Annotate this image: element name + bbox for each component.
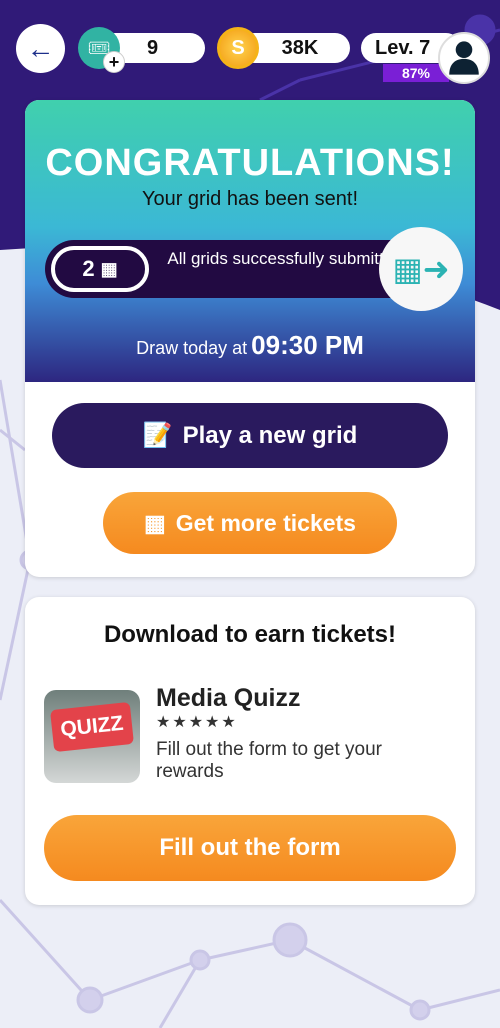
play-button-label: Play a new grid: [182, 421, 358, 449]
draw-time: Draw today at 09:30 PM: [25, 330, 475, 361]
grid-plus-icon: ▦: [144, 509, 166, 536]
arrow-left-icon: ←: [26, 32, 55, 64]
offer-card: Download to earn tickets! QUIZZ Media Qu…: [25, 597, 475, 905]
result-subtitle: Your grid has been sent!: [141, 188, 359, 210]
get-more-tickets-button[interactable]: ▦ Get more tickets: [103, 492, 397, 554]
user-icon: [449, 41, 479, 75]
play-new-grid-button[interactable]: 📝 Play a new grid: [52, 403, 448, 468]
tickets-button-label: Get more tickets: [175, 509, 356, 536]
app-icon[interactable]: QUIZZ: [44, 690, 140, 783]
offer-title: Download to earn tickets!: [103, 621, 397, 648]
tickets-count: 9: [146, 36, 159, 59]
top-bar: ← 9 🎟 + 38K S Lev. 7 87%: [0, 0, 500, 100]
coin-icon: S: [217, 27, 259, 69]
result-hero: CONGRATULATIONS! Your grid has been sent…: [25, 100, 475, 382]
submission-status-text: All grids successfully submitted: [167, 249, 403, 268]
back-button[interactable]: ←: [16, 24, 65, 73]
grid-form-icon: 📝: [142, 422, 173, 449]
grid-sent-icon: ▦➜: [379, 227, 463, 311]
draw-time-value: 09:30 PM: [251, 330, 364, 360]
grid-count: 2: [82, 256, 95, 281]
result-card: CONGRATULATIONS! Your grid has been sent…: [25, 100, 475, 577]
add-tickets-button[interactable]: +: [103, 51, 125, 73]
avatar[interactable]: [438, 32, 490, 84]
congratulations-title: CONGRATULATIONS!: [45, 142, 455, 184]
level-label: Lev. 7: [375, 36, 431, 59]
fill-form-button[interactable]: Fill out the form: [44, 815, 456, 881]
fill-form-label: Fill out the form: [159, 834, 341, 861]
grid-count-badge: 2 ▦: [51, 246, 149, 292]
draw-label: Draw today at: [136, 338, 248, 358]
app-name: Media Quizz: [156, 684, 301, 712]
app-description: Fill out the form to get your rewards: [156, 739, 382, 782]
rating-stars: ★★★★★: [156, 714, 238, 731]
coins-count: 38K: [281, 36, 319, 59]
grid-check-icon: ▦: [100, 258, 118, 279]
quizz-logo: QUIZZ: [50, 701, 134, 753]
